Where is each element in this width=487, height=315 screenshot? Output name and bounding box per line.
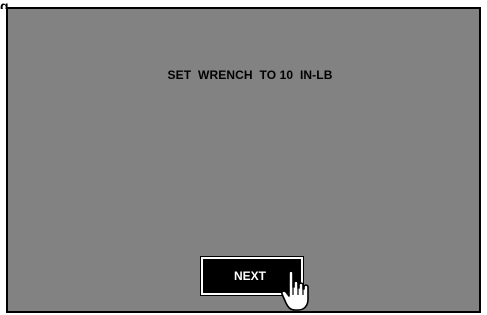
hand-pointer-icon [281,270,309,311]
instruction-text: SET WRENCH TO 10 IN-LB [167,68,333,82]
instruction-screen: SET WRENCH TO 10 IN-LB NEXT [6,7,481,313]
